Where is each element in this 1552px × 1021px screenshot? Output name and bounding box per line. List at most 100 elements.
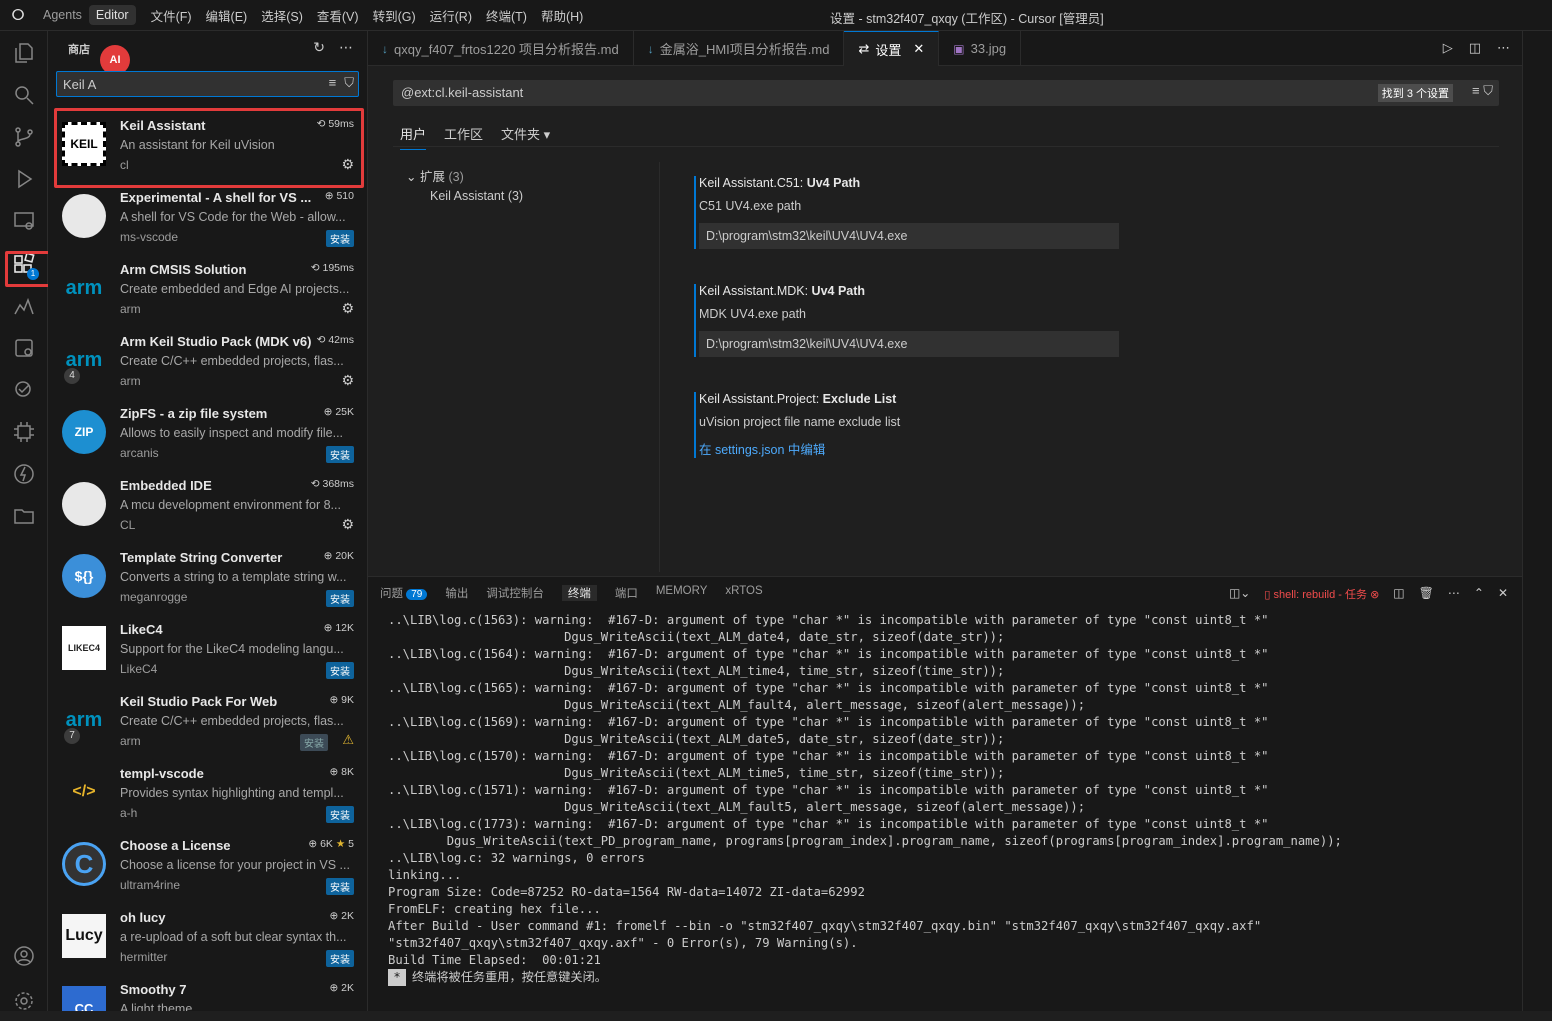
activity-bar: 1: [0, 31, 53, 1011]
tab-settings[interactable]: ⇄ 设置 ✕: [844, 31, 940, 66]
extension-meta: ⊕ 20K: [324, 550, 354, 562]
extension-icon: ${}: [62, 554, 106, 598]
menu-view[interactable]: 查看(V): [310, 3, 366, 28]
extension-description: Allows to easily inspect and modify file…: [120, 426, 344, 440]
extension-meta: ⊕ 12K: [324, 622, 354, 634]
tab-hmi-report[interactable]: ↓ 金属浴_HMI项目分析报告.md: [634, 31, 845, 66]
menu-help[interactable]: 帮助(H): [534, 3, 590, 28]
extension-item[interactable]: ${} Template String Converter Converts a s…: [48, 540, 367, 612]
extension-item[interactable]: ZIP ZipFS - a zip file system Allows to ea…: [48, 396, 367, 468]
tab-terminal[interactable]: 终端: [561, 585, 597, 601]
install-button[interactable]: 安装: [326, 806, 354, 823]
download-count-icon: ⊕: [308, 838, 321, 850]
account-icon[interactable]: [0, 936, 48, 976]
flash-icon[interactable]: [0, 454, 48, 494]
search-icon[interactable]: [0, 75, 48, 115]
extension-item[interactable]: </> templ-vscode Provides syntax highlight…: [48, 756, 367, 828]
extension-item[interactable]: arm Arm Keil Studio Pack (MDK v6) Create C…: [48, 324, 367, 396]
manage-gear-icon[interactable]: [0, 981, 48, 1021]
agents-toggle[interactable]: Agents: [36, 5, 89, 25]
install-button[interactable]: 安装: [326, 446, 354, 463]
install-button[interactable]: 安装: [326, 878, 354, 895]
run-debug-icon[interactable]: [0, 159, 48, 199]
more-actions-icon[interactable]: ⋯: [339, 39, 353, 56]
timeline-icon[interactable]: [0, 286, 48, 326]
explorer-icon[interactable]: [0, 33, 48, 73]
tab-memory[interactable]: MEMORY: [656, 585, 708, 601]
cmsis-icon[interactable]: [0, 370, 48, 410]
setting-description: C51 UV4.exe path: [699, 199, 802, 213]
terminal-marker: *: [388, 969, 406, 986]
run-icon[interactable]: ▷: [1443, 40, 1453, 56]
split-editor-icon[interactable]: ◫: [1469, 40, 1481, 56]
more-actions-icon[interactable]: ⋯: [1497, 40, 1510, 56]
editor-toggle[interactable]: Editor: [88, 5, 136, 25]
warning-icon[interactable]: ⚠: [342, 732, 354, 748]
folder-icon[interactable]: [0, 496, 48, 536]
tab-debug-console[interactable]: 调试控制台: [486, 585, 544, 601]
tab-xrtos[interactable]: xRTOS: [725, 585, 762, 601]
source-control-icon[interactable]: [0, 117, 48, 157]
more-actions-icon[interactable]: ⋯: [1448, 586, 1460, 602]
tab-problems[interactable]: 问题 79: [380, 585, 428, 601]
manage-gear-icon[interactable]: ⚙: [341, 372, 354, 389]
tab-output[interactable]: 输出: [445, 585, 468, 601]
menu-go[interactable]: 转到(G): [366, 3, 423, 28]
maximize-icon[interactable]: ⌃: [1474, 586, 1484, 602]
extension-item[interactable]: Lucy oh lucy a re-upload of a soft but cle…: [48, 900, 367, 972]
clear-filter-icon[interactable]: ≡: [329, 75, 337, 91]
install-button[interactable]: 安装: [326, 662, 354, 679]
extension-meta-value: 2K: [341, 910, 354, 922]
layout-icon[interactable]: ◫⌄: [1229, 586, 1250, 602]
settings-search-input[interactable]: @ext:cl.keil-assistant 找到 3 个设置 ≡ ⛉: [393, 80, 1499, 106]
extension-item[interactable]: LIKEC4 LikeC4 Support for the LikeC4 model…: [48, 612, 367, 684]
chip-icon[interactable]: [0, 412, 48, 452]
filter-icon[interactable]: ≡ ⛉: [1472, 83, 1493, 99]
extension-icon: [62, 194, 106, 238]
extension-meta: ⊕ 2K: [329, 982, 354, 994]
install-button[interactable]: 安装: [326, 950, 354, 967]
extension-item[interactable]: CC Smoothy 7 A light theme ⊕ 2K: [48, 972, 367, 1011]
extension-item[interactable]: Embedded IDE A mcu development environmen…: [48, 468, 367, 540]
extension-item[interactable]: arm Arm CMSIS Solution Create embedded and…: [48, 252, 367, 324]
tree-item-keil-assistant[interactable]: Keil Assistant (3): [430, 189, 523, 203]
terminal-line: Dgus_WriteAscii(text_ALM_date4, date_str…: [388, 630, 1005, 644]
terminal-output[interactable]: ..\LIB\log.c(1563): warning: #167-D: arg…: [388, 612, 1518, 986]
menu-selection[interactable]: 选择(S): [254, 3, 310, 28]
tab-qxqy-report[interactable]: ↓ qxqy_f407_frtos1220 项目分析报告.md: [368, 31, 634, 66]
tab-image[interactable]: ▣ 33.jpg: [939, 31, 1022, 66]
filter-icon[interactable]: ⛉: [344, 75, 354, 91]
menu-terminal[interactable]: 终端(T): [479, 3, 534, 28]
mdk-path-input[interactable]: D:\program\stm32\keil\UV4\UV4.exe: [699, 331, 1119, 357]
setting-c51-uv4-path: Keil Assistant.C51: Uv4 Path C51 UV4.exe…: [694, 176, 1154, 249]
extension-item[interactable]: arm Keil Studio Pack For Web Create C/C++ …: [48, 684, 367, 756]
tab-label: 金属浴_HMI项目分析报告.md: [659, 42, 830, 57]
tab-ports[interactable]: 端口: [615, 585, 638, 601]
install-button[interactable]: 安装: [326, 590, 354, 607]
refresh-icon[interactable]: ↻: [313, 39, 325, 56]
settings-sync-icon[interactable]: [0, 328, 48, 368]
tree-group-extensions[interactable]: ⌄ 扩展 (3): [406, 166, 464, 185]
task-rebuild[interactable]: ▯ shell: rebuild - 任务 ⊗: [1264, 586, 1379, 602]
close-icon[interactable]: ✕: [913, 41, 924, 57]
remote-explorer-icon[interactable]: [0, 201, 48, 241]
setting-mdk-uv4-path: Keil Assistant.MDK: Uv4 Path MDK UV4.exe…: [694, 284, 1154, 357]
trash-icon[interactable]: 🗑: [1419, 586, 1434, 602]
menu-edit[interactable]: 编辑(E): [199, 3, 255, 28]
manage-gear-icon[interactable]: ⚙: [341, 300, 354, 317]
manage-gear-icon[interactable]: ⚙: [341, 516, 354, 533]
install-button[interactable]: 安装: [300, 734, 328, 751]
split-terminal-icon[interactable]: ◫: [1393, 586, 1404, 602]
extension-item[interactable]: Experimental - A shell for VS ... A shell…: [48, 180, 367, 252]
extension-search-input[interactable]: Keil A ≡ ⛉: [56, 71, 359, 97]
install-button[interactable]: 安装: [326, 230, 354, 247]
extension-count-badge: 7: [64, 728, 80, 744]
close-icon[interactable]: ✕: [1498, 586, 1508, 602]
menu-file[interactable]: 文件(F): [144, 3, 199, 28]
menu-run[interactable]: 运行(R): [423, 3, 479, 28]
c51-path-input[interactable]: D:\program\stm32\keil\UV4\UV4.exe: [699, 223, 1119, 249]
settings-search-value: @ext:cl.keil-assistant: [401, 85, 524, 100]
extension-item[interactable]: C Choose a License Choose a license for yo…: [48, 828, 367, 900]
edit-in-settings-json-link[interactable]: 在 settings.json 中编辑: [699, 439, 1154, 458]
extension-icon: [62, 482, 106, 526]
